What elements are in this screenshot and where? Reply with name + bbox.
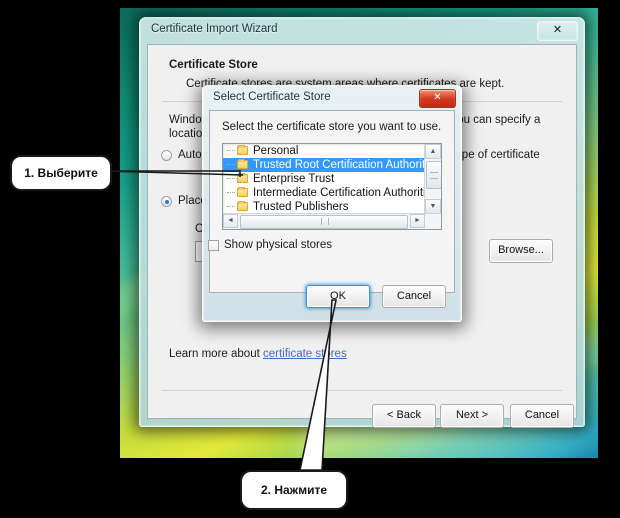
annotation-step-2-text: 2. Нажмите: [261, 483, 327, 497]
annotation-step-1: 1. Выберите: [10, 155, 112, 191]
callout-leader-lines: [105, 170, 337, 471]
annotation-step-2: 2. Нажмите: [240, 470, 348, 510]
annotation-step-1-text: 1. Выберите: [24, 166, 98, 180]
